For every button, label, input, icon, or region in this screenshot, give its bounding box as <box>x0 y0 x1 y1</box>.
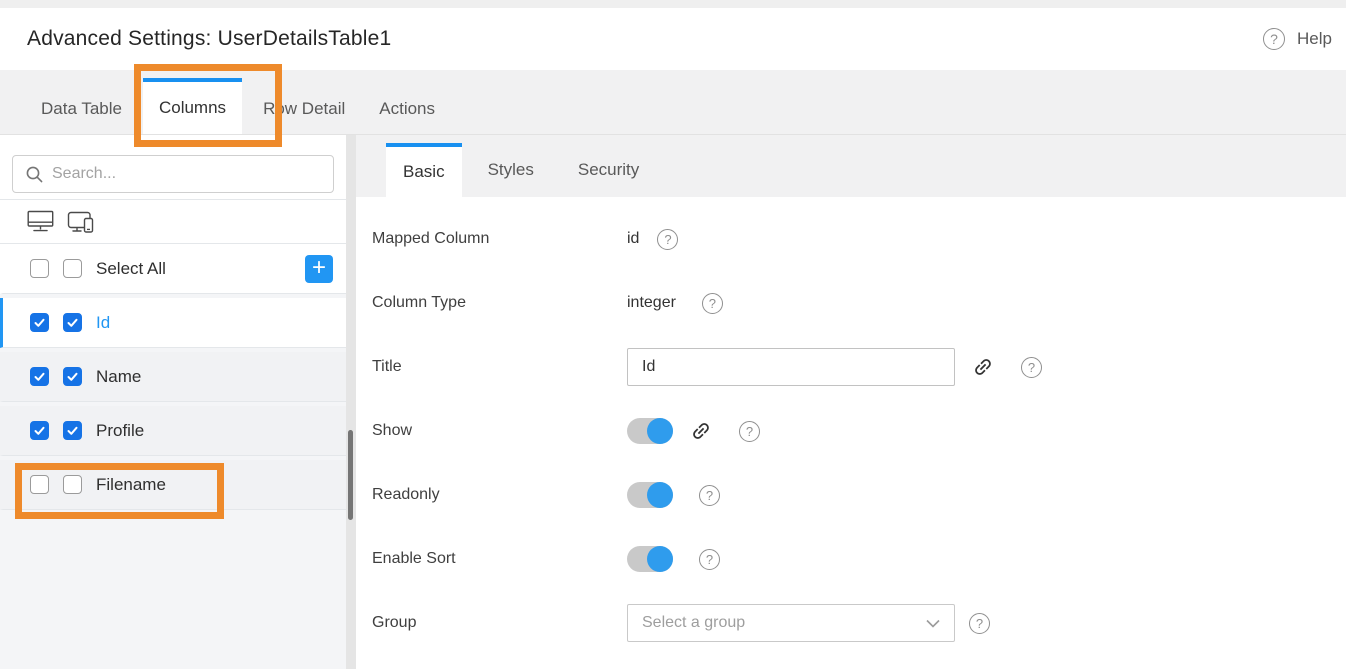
select-all-label: Select All <box>96 259 166 279</box>
form-row-enable-sort: Enable Sort <box>372 541 1346 577</box>
readonly-toggle[interactable] <box>627 482 673 508</box>
mobile-checkbox[interactable] <box>63 367 82 386</box>
group-select-placeholder: Select a group <box>642 614 926 632</box>
tab-data-table[interactable]: Data Table <box>24 99 139 134</box>
help-icon[interactable] <box>702 293 723 314</box>
field-label: Group <box>372 614 627 632</box>
tab-actions[interactable]: Actions <box>362 99 452 134</box>
device-visibility-header <box>0 200 346 244</box>
column-row-filename[interactable]: Filename <box>0 460 346 510</box>
column-detail-panel: Basic Styles Security Mapped Column id C… <box>356 135 1346 669</box>
select-all-row: Select All + <box>0 244 346 294</box>
form-row-mapped-column: Mapped Column id <box>372 221 1346 257</box>
desktop-checkbox[interactable] <box>30 259 49 278</box>
field-label: Title <box>372 358 627 376</box>
show-toggle[interactable] <box>627 418 673 444</box>
column-label: Profile <box>96 421 144 441</box>
mobile-checkbox[interactable] <box>63 475 82 494</box>
tab-row-detail[interactable]: Row Detail <box>246 99 362 134</box>
devices-icon <box>67 210 97 234</box>
tab-basic[interactable]: Basic <box>386 143 462 197</box>
search-input[interactable] <box>52 165 333 183</box>
column-label: Id <box>96 313 110 333</box>
mobile-checkbox[interactable] <box>63 259 82 278</box>
desktop-checkbox[interactable] <box>30 421 49 440</box>
help-icon <box>1263 28 1285 50</box>
field-label: Readonly <box>372 486 627 504</box>
advanced-settings-modal: Advanced Settings: UserDetailsTable1 Hel… <box>0 0 1346 669</box>
form-row-column-type: Column Type integer <box>372 285 1346 321</box>
field-label: Column Type <box>372 294 627 312</box>
form-row-show: Show <box>372 413 1346 449</box>
desktop-checkbox[interactable] <box>30 367 49 386</box>
basic-settings-form: Mapped Column id Column Type integer Tit… <box>356 197 1346 669</box>
help-icon[interactable] <box>739 421 760 442</box>
form-row-title: Title <box>372 349 1346 385</box>
help-icon[interactable] <box>699 549 720 570</box>
field-label: Enable Sort <box>372 550 627 568</box>
mobile-checkbox[interactable] <box>63 313 82 332</box>
scrollbar-thumb[interactable] <box>348 430 353 520</box>
column-type-value: integer <box>627 294 676 312</box>
tab-columns[interactable]: Columns <box>143 78 242 134</box>
add-column-button[interactable]: + <box>305 255 333 283</box>
chevron-down-icon <box>926 619 940 628</box>
help-button[interactable]: Help <box>1263 28 1332 50</box>
detail-tab-bar: Basic Styles Security <box>356 135 1346 197</box>
desktop-checkbox[interactable] <box>30 313 49 332</box>
column-label: Filename <box>96 475 166 495</box>
help-icon[interactable] <box>657 229 678 250</box>
mapped-column-value: id <box>627 230 639 248</box>
link-icon[interactable] <box>684 414 718 448</box>
help-icon[interactable] <box>969 613 990 634</box>
column-label: Name <box>96 367 141 387</box>
field-label: Mapped Column <box>372 230 627 248</box>
columns-tab-content: Select All + Id Name Profile <box>0 135 1346 669</box>
tab-security[interactable]: Security <box>556 160 661 197</box>
search-section <box>0 135 346 200</box>
enable-sort-toggle[interactable] <box>627 546 673 572</box>
search-box[interactable] <box>12 155 334 193</box>
desktop-checkbox[interactable] <box>30 475 49 494</box>
form-row-group: Group Select a group <box>372 605 1346 641</box>
column-row-id[interactable]: Id <box>0 298 346 348</box>
modal-header: Advanced Settings: UserDetailsTable1 Hel… <box>0 8 1346 70</box>
sidebar-scrollbar[interactable] <box>346 135 356 669</box>
tab-styles[interactable]: Styles <box>466 160 556 197</box>
form-row-readonly: Readonly <box>372 477 1346 513</box>
column-row-name[interactable]: Name <box>0 352 346 402</box>
mobile-checkbox[interactable] <box>63 421 82 440</box>
columns-sidebar: Select All + Id Name Profile <box>0 135 346 669</box>
help-icon[interactable] <box>1021 357 1042 378</box>
page-title: Advanced Settings: UserDetailsTable1 <box>27 27 391 51</box>
link-icon[interactable] <box>966 350 1000 384</box>
group-select[interactable]: Select a group <box>627 604 955 642</box>
desktop-icon <box>27 210 54 233</box>
help-icon[interactable] <box>699 485 720 506</box>
field-label: Show <box>372 422 627 440</box>
help-label: Help <box>1297 29 1332 49</box>
column-row-profile[interactable]: Profile <box>0 406 346 456</box>
title-input[interactable] <box>628 358 954 376</box>
search-icon <box>25 165 44 184</box>
main-tab-bar: Data Table Columns Row Detail Actions <box>0 70 1346 135</box>
page-background-strip <box>0 0 1346 8</box>
